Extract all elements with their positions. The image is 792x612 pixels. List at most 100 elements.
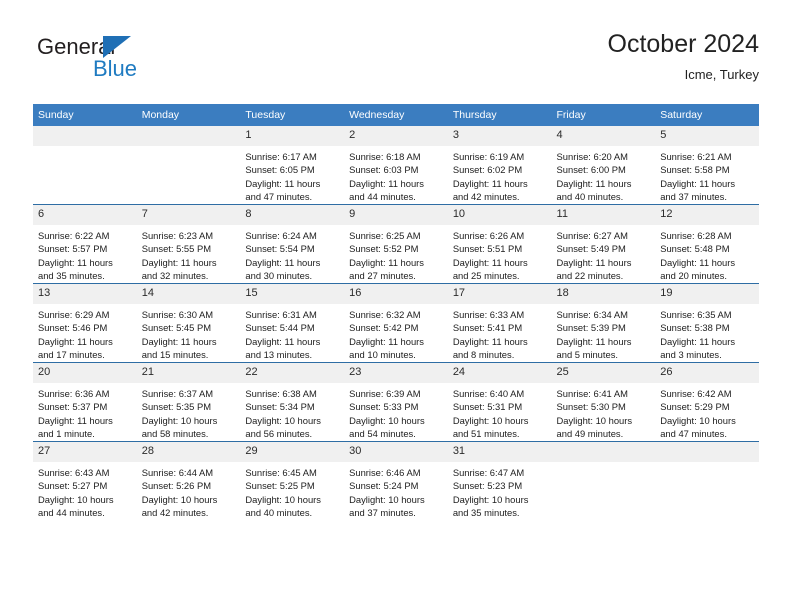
day-cell[interactable]: 2 Sunrise: 6:18 AM Sunset: 6:03 PM Daylight… [344,126,448,205]
sunrise-text: Sunrise: 6:46 AM [349,467,421,478]
daylight-line2: and 42 minutes. [452,191,520,203]
day-number [551,442,656,462]
location-subtitle: Icme, Turkey [684,67,759,82]
day-number: 7 [136,205,241,225]
day-cell[interactable]: 11 Sunrise: 6:27 AM Sunset: 5:49 PM Dayligh… [551,204,656,284]
sunrise-text: Sunrise: 6:42 AM [660,388,732,399]
day-cell[interactable]: 26 Sunrise: 6:42 AM Sunset: 5:29 PM Dayligh… [655,362,759,442]
daylight-line2: and 37 minutes. [349,507,416,519]
day-number: 14 [136,284,241,304]
day-cell[interactable]: 24 Sunrise: 6:40 AM Sunset: 5:31 PM Dayligh… [447,362,552,442]
day-details: Sunrise: 6:40 AM Sunset: 5:31 PM Daylight:… [448,383,552,441]
day-number: 2 [344,126,448,146]
sunset-text: Sunset: 5:49 PM [556,243,626,255]
sunrise-text: Sunrise: 6:45 AM [245,467,317,478]
sunrise-text: Sunrise: 6:28 AM [660,230,732,241]
day-cell[interactable]: 23 Sunrise: 6:39 AM Sunset: 5:33 PM Dayligh… [344,362,448,442]
day-details: Sunrise: 6:25 AM Sunset: 5:52 PM Daylight:… [344,225,448,283]
day-cell[interactable] [136,126,241,205]
day-cell[interactable] [551,441,656,520]
sunset-text: Sunset: 5:58 PM [660,164,730,176]
day-number: 6 [33,205,137,225]
day-cell[interactable]: 14 Sunrise: 6:30 AM Sunset: 5:45 PM Dayligh… [136,283,241,363]
sunrise-text: Sunrise: 6:37 AM [141,388,214,399]
day-cell[interactable]: 8 Sunrise: 6:24 AM Sunset: 5:54 PM Daylight… [240,204,345,284]
week-row: 13 Sunrise: 6:29 AM Sunset: 5:46 PM Dayligh… [33,283,759,363]
sunrise-text: Sunrise: 6:20 AM [556,151,628,162]
day-cell[interactable]: 6 Sunrise: 6:22 AM Sunset: 5:57 PM Daylight… [33,204,137,284]
day-cell[interactable]: 30 Sunrise: 6:46 AM Sunset: 5:24 PM Dayligh… [344,441,448,520]
daylight-line2: and 37 minutes. [660,191,727,203]
daylight-line2: and 10 minutes. [349,349,416,361]
sunset-text: Sunset: 5:52 PM [349,243,419,255]
daylight-line2: and 25 minutes. [452,270,520,282]
sunset-text: Sunset: 5:26 PM [141,480,212,492]
day-cell[interactable]: 4 Sunrise: 6:20 AM Sunset: 6:00 PM Daylight… [551,126,656,205]
daylight-line2: and 27 minutes. [349,270,416,282]
day-details: Sunrise: 6:35 AM Sunset: 5:38 PM Daylight:… [655,304,759,362]
sunset-text: Sunset: 5:42 PM [349,322,419,334]
day-cell[interactable]: 19 Sunrise: 6:35 AM Sunset: 5:38 PM Dayligh… [655,283,759,363]
sunset-text: Sunset: 6:02 PM [452,164,523,176]
day-cell[interactable]: 17 Sunrise: 6:33 AM Sunset: 5:41 PM Dayligh… [447,283,552,363]
day-cell[interactable]: 5 Sunrise: 6:21 AM Sunset: 5:58 PM Daylight… [655,126,759,205]
day-details: Sunrise: 6:22 AM Sunset: 5:57 PM Daylight:… [33,225,137,283]
day-cell[interactable]: 12 Sunrise: 6:28 AM Sunset: 5:48 PM Dayligh… [655,204,759,284]
day-cell[interactable]: 16 Sunrise: 6:32 AM Sunset: 5:42 PM Dayligh… [344,283,448,363]
calendar-body: 1 Sunrise: 6:17 AM Sunset: 6:05 PM Daylight… [33,126,759,520]
day-details: Sunrise: 6:30 AM Sunset: 5:45 PM Daylight:… [137,304,241,362]
day-details: Sunrise: 6:39 AM Sunset: 5:33 PM Daylight:… [344,383,448,441]
day-cell[interactable]: 9 Sunrise: 6:25 AM Sunset: 5:52 PM Daylight… [344,204,448,284]
day-details: Sunrise: 6:45 AM Sunset: 5:25 PM Daylight:… [240,462,344,520]
sunrise-text: Sunrise: 6:43 AM [38,467,110,478]
day-cell[interactable]: 27 Sunrise: 6:43 AM Sunset: 5:27 PM Dayligh… [33,441,137,520]
day-cell[interactable]: 28 Sunrise: 6:44 AM Sunset: 5:26 PM Dayligh… [136,441,241,520]
day-cell[interactable]: 22 Sunrise: 6:38 AM Sunset: 5:34 PM Dayligh… [240,362,345,442]
day-cell[interactable]: 29 Sunrise: 6:45 AM Sunset: 5:25 PM Dayligh… [240,441,345,520]
day-details: Sunrise: 6:26 AM Sunset: 5:51 PM Daylight:… [448,225,552,283]
sunrise-text: Sunrise: 6:39 AM [349,388,421,399]
sunrise-text: Sunrise: 6:36 AM [38,388,110,399]
day-details: Sunrise: 6:38 AM Sunset: 5:34 PM Daylight:… [240,383,344,441]
day-cell[interactable] [655,441,759,520]
daylight-line1: Daylight: 10 hours [452,493,529,505]
daylight-line2: and 32 minutes. [141,270,209,282]
daylight-line1: Daylight: 11 hours [38,414,113,426]
day-number: 17 [447,284,552,304]
sunset-text: Sunset: 5:55 PM [141,243,212,255]
sunset-text: Sunset: 5:46 PM [38,322,108,334]
day-cell[interactable]: 13 Sunrise: 6:29 AM Sunset: 5:46 PM Dayligh… [33,283,137,363]
sunset-text: Sunset: 6:05 PM [245,164,315,176]
day-number [136,126,241,146]
day-cell[interactable]: 31 Sunrise: 6:47 AM Sunset: 5:23 PM Dayligh… [447,441,552,520]
daylight-line2: and 40 minutes. [556,191,624,203]
day-cell[interactable]: 20 Sunrise: 6:36 AM Sunset: 5:37 PM Dayligh… [33,362,137,442]
daylight-line1: Daylight: 11 hours [245,335,321,347]
day-cell[interactable]: 18 Sunrise: 6:34 AM Sunset: 5:39 PM Dayligh… [551,283,656,363]
daylight-line1: Daylight: 10 hours [556,414,633,426]
day-cell[interactable] [33,126,137,205]
sunset-text: Sunset: 6:03 PM [349,164,419,176]
day-cell[interactable]: 7 Sunrise: 6:23 AM Sunset: 5:55 PM Daylight… [136,204,241,284]
day-details: Sunrise: 6:44 AM Sunset: 5:26 PM Daylight:… [137,462,241,520]
title-block: October 2024 Icme, Turkey [608,28,760,85]
day-details: Sunrise: 6:23 AM Sunset: 5:55 PM Daylight:… [137,225,241,283]
day-number: 1 [240,126,345,146]
daylight-line2: and 15 minutes. [141,349,209,361]
daylight-line2: and 20 minutes. [660,270,727,282]
sunset-text: Sunset: 5:25 PM [245,480,315,492]
sunrise-text: Sunrise: 6:34 AM [556,309,628,320]
day-cell[interactable]: 10 Sunrise: 6:26 AM Sunset: 5:51 PM Dayligh… [447,204,552,284]
sunrise-text: Sunrise: 6:27 AM [556,230,628,241]
day-number: 21 [136,363,241,383]
day-cell[interactable]: 25 Sunrise: 6:41 AM Sunset: 5:30 PM Dayligh… [551,362,656,442]
general-blue-logo[interactable]: General Blue [37,34,237,94]
day-number: 24 [447,363,552,383]
sunset-text: Sunset: 5:39 PM [556,322,626,334]
day-cell[interactable]: 3 Sunrise: 6:19 AM Sunset: 6:02 PM Daylight… [447,126,552,205]
day-cell[interactable]: 1 Sunrise: 6:17 AM Sunset: 6:05 PM Daylight… [240,126,345,205]
daylight-line2: and 35 minutes. [38,270,105,282]
sunrise-text: Sunrise: 6:41 AM [556,388,628,399]
day-cell[interactable]: 15 Sunrise: 6:31 AM Sunset: 5:44 PM Dayligh… [240,283,345,363]
day-cell[interactable]: 21 Sunrise: 6:37 AM Sunset: 5:35 PM Dayligh… [136,362,241,442]
